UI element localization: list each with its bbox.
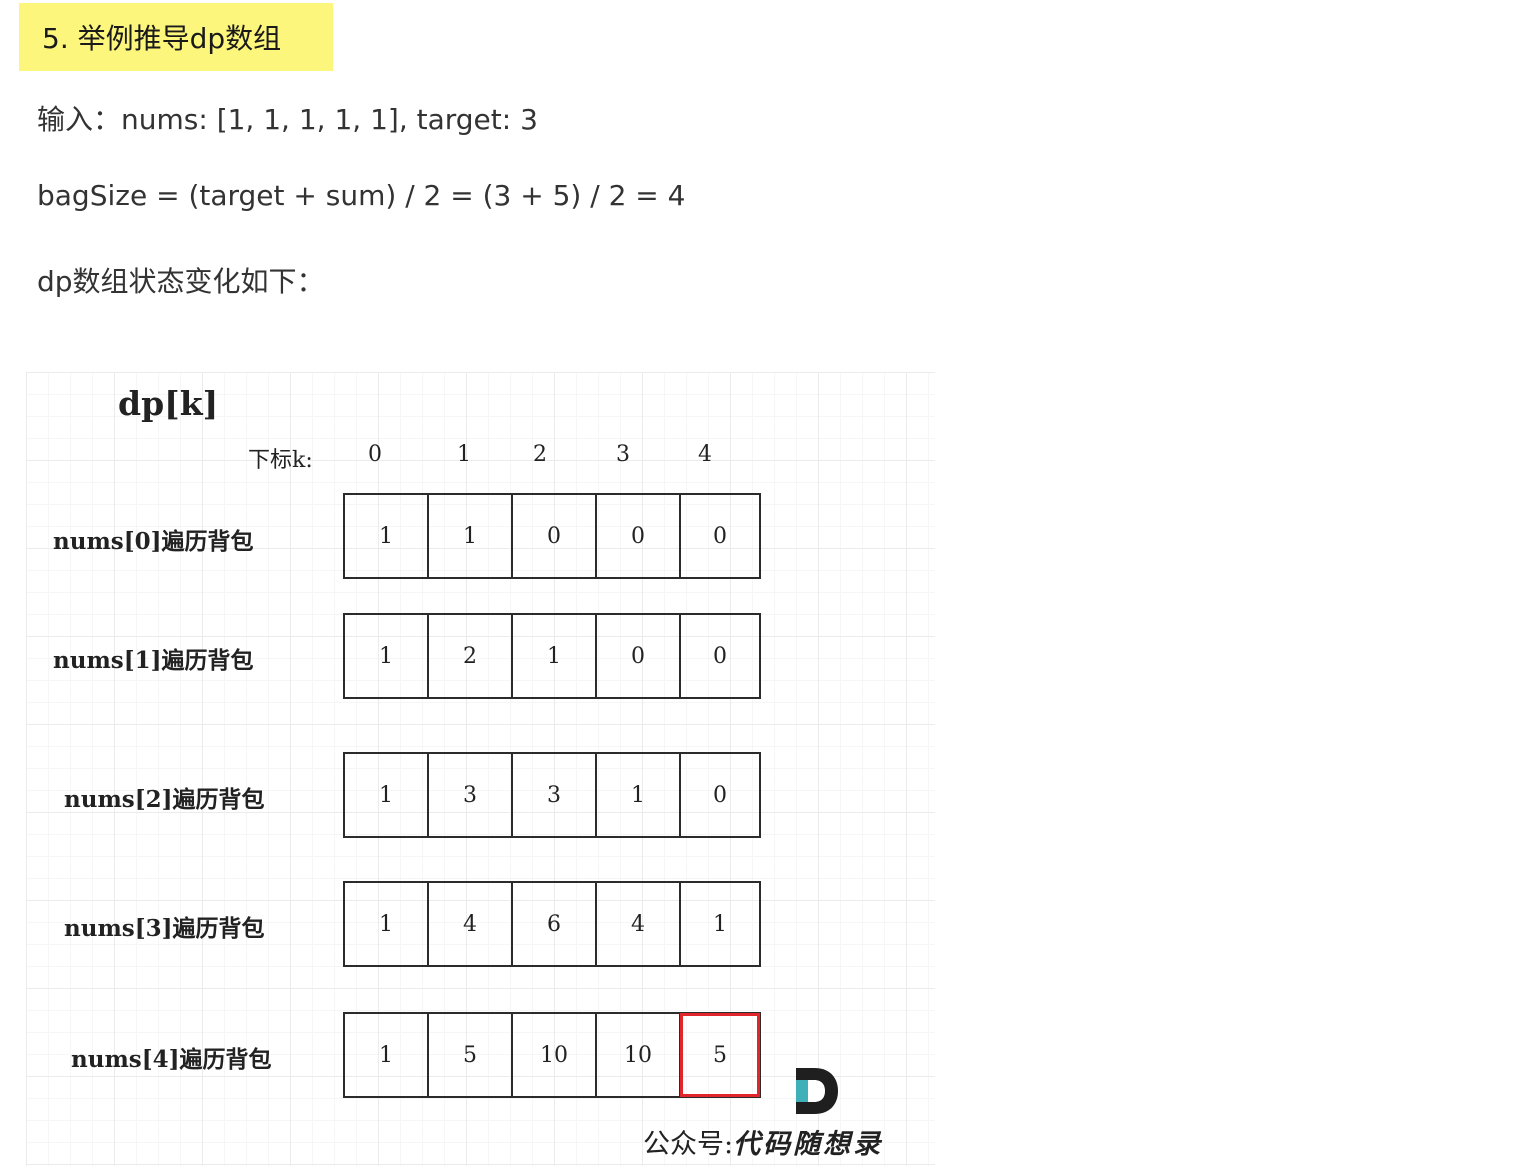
row-label-1: nums[1]遍历背包 bbox=[53, 647, 254, 674]
dp-cell: 4 bbox=[597, 883, 681, 965]
dp-cell: 0 bbox=[597, 495, 681, 577]
dp-cell: 1 bbox=[345, 615, 429, 697]
dp-cell: 5 bbox=[429, 1014, 513, 1096]
dp-cell: 3 bbox=[429, 754, 513, 836]
dp-cell: 2 bbox=[429, 615, 513, 697]
dp-cell: 0 bbox=[713, 643, 727, 669]
dp-cell: 1 bbox=[597, 754, 681, 836]
dp-cell: 10 bbox=[597, 1014, 681, 1096]
dp-cell: 4 bbox=[429, 883, 513, 965]
index-2: 2 bbox=[533, 442, 547, 467]
dp-row-0: 1 1 0 0 0 bbox=[343, 493, 761, 579]
logo-icon: D bbox=[794, 1066, 838, 1114]
section-heading-text: 5. 举例推导dp数组 bbox=[42, 22, 282, 55]
section-heading: 5. 举例推导dp数组 bbox=[19, 3, 333, 71]
dp-figure: dp[k] 下标k: 0 1 2 3 4 nums[0]遍历背包 1 1 0 0… bbox=[26, 372, 935, 1166]
dp-cell: 1 bbox=[345, 883, 429, 965]
dp-cell: 6 bbox=[513, 883, 597, 965]
dp-cell: 0 bbox=[713, 523, 727, 549]
row-label-2: nums[2]遍历背包 bbox=[64, 786, 265, 813]
dp-row-1: 1 2 1 0 0 bbox=[343, 613, 761, 699]
dp-cell: 3 bbox=[513, 754, 597, 836]
dp-row-4: 1 5 10 10 5 bbox=[343, 1012, 761, 1098]
index-0: 0 bbox=[368, 442, 382, 467]
dp-cell: 0 bbox=[513, 495, 597, 577]
figure-title: dp[k] bbox=[118, 384, 219, 423]
input-paragraph: 输入：nums: [1, 1, 1, 1, 1], target: 3 bbox=[37, 103, 538, 136]
dp-cell: 1 bbox=[345, 1014, 429, 1096]
watermark: 公众号:代码随想录 bbox=[643, 1122, 883, 1161]
dp-cell: 1 bbox=[345, 495, 429, 577]
dp-row-3: 1 4 6 4 1 bbox=[343, 881, 761, 967]
row-label-0: nums[0]遍历背包 bbox=[53, 528, 254, 555]
index-4: 4 bbox=[698, 442, 712, 467]
dp-cell: 1 bbox=[713, 911, 727, 937]
index-label: 下标k: bbox=[248, 448, 313, 473]
dp-cell: 1 bbox=[345, 754, 429, 836]
dp-cell: 1 bbox=[513, 615, 597, 697]
index-3: 3 bbox=[616, 442, 630, 467]
watermark-prefix: 公众号: bbox=[643, 1129, 734, 1160]
dp-cell: 0 bbox=[713, 782, 727, 808]
logo-letter: D bbox=[794, 1066, 795, 1067]
dp-change-paragraph: dp数组状态变化如下： bbox=[37, 265, 325, 298]
row-label-3: nums[3]遍历背包 bbox=[64, 915, 265, 942]
dp-cell: 0 bbox=[597, 615, 681, 697]
bagsize-paragraph: bagSize = (target + sum) / 2 = (3 + 5) /… bbox=[37, 179, 686, 212]
dp-row-2: 1 3 3 1 0 bbox=[343, 752, 761, 838]
dp-cell: 1 bbox=[429, 495, 513, 577]
row-label-4: nums[4]遍历背包 bbox=[71, 1046, 272, 1073]
index-1: 1 bbox=[457, 442, 471, 467]
watermark-brand: 代码随想录 bbox=[733, 1129, 884, 1160]
dp-cell: 10 bbox=[513, 1014, 597, 1096]
dp-cell-highlighted: 5 bbox=[680, 1013, 760, 1097]
